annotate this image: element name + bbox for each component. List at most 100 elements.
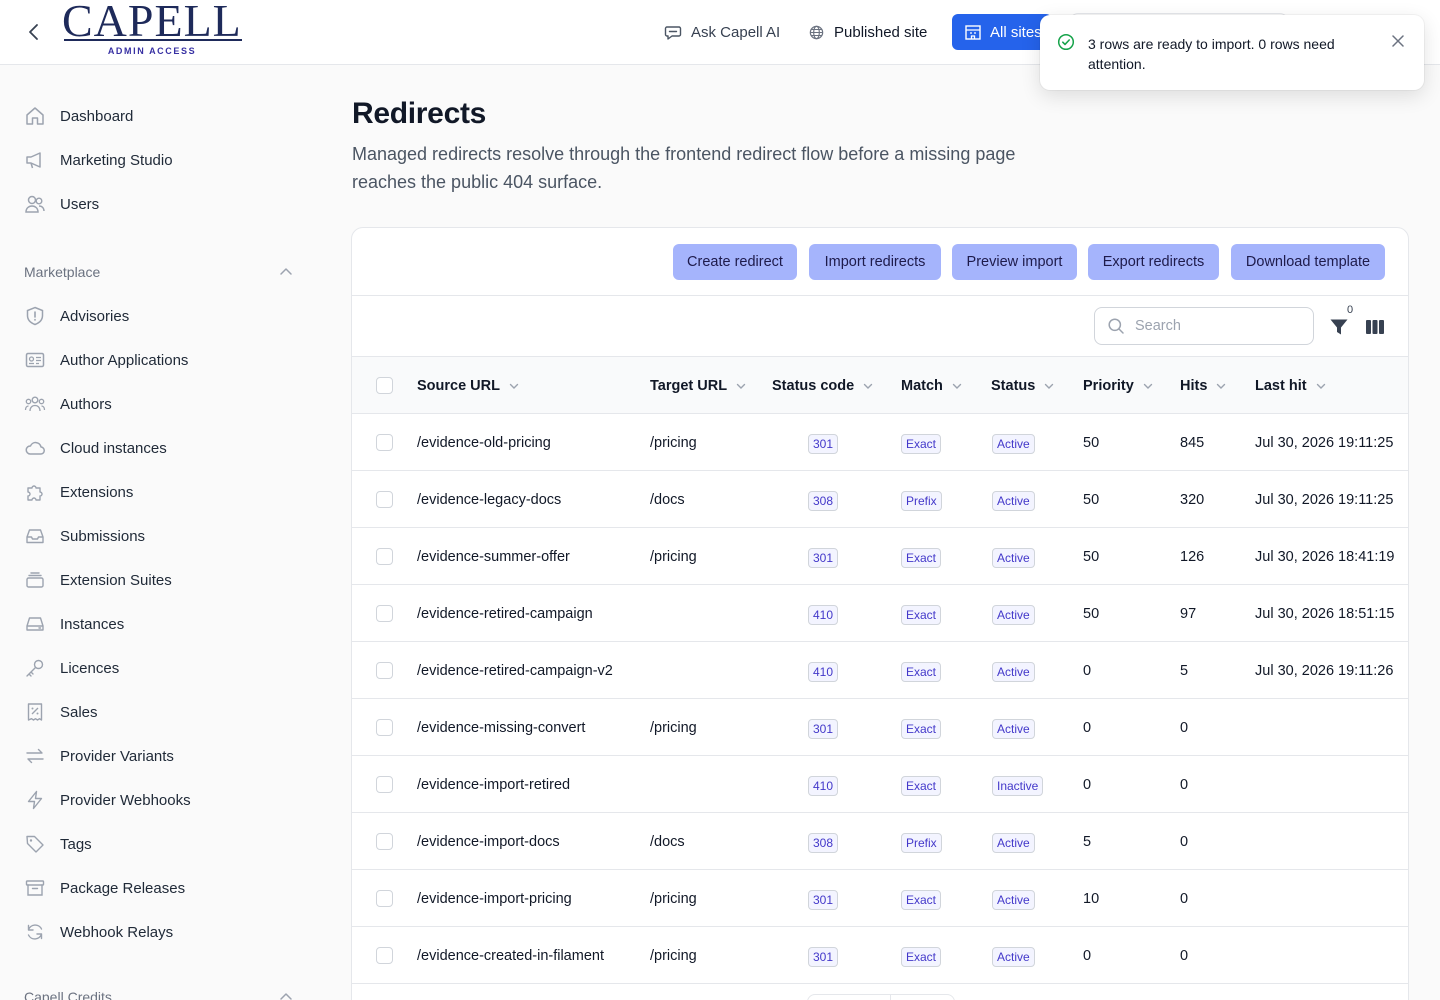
create-redirect-button[interactable]: Create redirect [673,244,797,280]
table-row[interactable]: /evidence-import-pricing /pricing 301 Ex… [352,870,1408,927]
sidebar-item-author-applications[interactable]: Author Applications [24,346,188,374]
chevron-down-icon [1217,383,1226,389]
hits-cell: 5 [1180,662,1189,679]
sidebar-item-licences[interactable]: Licences [24,654,119,682]
sidebar-item-cloud-instances[interactable]: Cloud instances [24,434,167,462]
column-header-status-code[interactable]: Status code [772,357,874,414]
column-header-target-url[interactable]: Target URL [650,357,747,414]
column-header-priority[interactable]: Priority [1083,357,1154,414]
column-header-status[interactable]: Status [991,357,1055,414]
table-row[interactable]: /evidence-summer-offer /pricing 301 Exac… [352,528,1408,585]
row-checkbox[interactable] [376,548,393,565]
sidebar-item-extensions[interactable]: Extensions [24,478,133,506]
table-row[interactable]: /evidence-legacy-docs /docs 308 Prefix A… [352,471,1408,528]
sidebar-item-provider-variants[interactable]: Provider Variants [24,742,174,770]
hits-cell: 0 [1180,776,1189,793]
sidebar-item-authors[interactable]: Authors [24,390,112,418]
sidebar-item-sales[interactable]: Sales [24,698,98,726]
row-checkbox[interactable] [376,947,393,964]
priority-cell: 0 [1083,719,1092,736]
table-row[interactable]: /evidence-created-in-filament /pricing 3… [352,927,1408,984]
table-row[interactable]: /evidence-old-pricing /pricing 301 Exact… [352,414,1408,471]
status-code-badge: 308 [808,491,839,511]
column-header-match[interactable]: Match [901,357,963,414]
table-row[interactable]: /evidence-retired-campaign 410 Exact Act… [352,585,1408,642]
sidebar-item-tags[interactable]: Tags [24,830,92,858]
status-cell: Active [992,927,1035,984]
match-badge: Exact [901,890,942,910]
ask-ai-link[interactable]: Ask Capell AI [664,20,780,44]
pagination[interactable] [807,994,955,1000]
row-checkbox[interactable] [376,719,393,736]
sidebar-item-marketing-studio[interactable]: Marketing Studio [24,146,173,174]
select-all-checkbox[interactable] [376,377,393,394]
last-hit-cell: Jul 30, 2026 19:11:25 [1255,434,1394,451]
sidebar-item-submissions[interactable]: Submissions [24,522,145,550]
column-header-hits[interactable]: Hits [1180,357,1227,414]
column-header-last-hit[interactable]: Last hit [1255,357,1327,414]
back-button[interactable] [22,20,46,44]
sidebar-item-advisories[interactable]: Advisories [24,302,129,330]
cloud-icon [24,437,46,459]
export-redirects-button[interactable]: Export redirects [1088,244,1219,280]
table-row[interactable]: /evidence-import-retired 410 Exact Inact… [352,756,1408,813]
page-description: Managed redirects resolve through the fr… [352,144,1016,192]
brand-subtitle: ADMIN ACCESS [107,46,197,56]
row-checkbox[interactable] [376,605,393,622]
sidebar-item-extension-suites[interactable]: Extension Suites [24,566,172,594]
published-site-link[interactable]: Published site [808,20,927,44]
status-code-cell: 301 [808,414,839,471]
sidebar: Dashboard Marketing Studio Users Marketp… [0,65,320,1000]
row-checkbox[interactable] [376,776,393,793]
status-cell: Active [992,585,1035,642]
row-checkbox[interactable] [376,662,393,679]
sidebar-item-label: Advisories [60,307,130,325]
search-input[interactable] [1135,318,1295,334]
chevron-down-icon [509,383,519,389]
row-checkbox[interactable] [376,890,393,907]
globe-icon [809,25,824,39]
row-checkbox[interactable] [376,434,393,451]
redirects-table-card: Create redirect Import redirects Preview… [351,227,1409,1000]
all-sites-button[interactable]: All sites [952,14,1052,50]
puzzle-icon [24,481,46,503]
import-redirects-button[interactable]: Import redirects [809,244,941,280]
row-checkbox[interactable] [376,491,393,508]
hits-cell: 320 [1180,491,1205,508]
status-badge: Active [992,548,1035,568]
column-header-source-url[interactable]: Source URL [417,357,520,414]
table-row[interactable]: /evidence-retired-campaign-v2 410 Exact … [352,642,1408,699]
chevron-down-icon [952,383,962,389]
close-icon[interactable] [1390,33,1406,49]
filter-icon[interactable] [1328,316,1350,338]
receipt-icon [24,701,46,723]
match-cell: Prefix [901,471,942,528]
sidebar-item-label: Sales [60,703,98,721]
column-label: Source URL [417,377,500,394]
source-url-cell: /evidence-import-pricing [417,890,572,907]
status-code-cell: 301 [808,927,839,984]
sidebar-item-users[interactable]: Users [24,190,99,218]
source-url-cell: /evidence-import-docs [417,833,560,850]
sidebar-item-provider-webhooks[interactable]: Provider Webhooks [24,786,191,814]
columns-icon[interactable] [1364,316,1386,338]
brand-logo[interactable]: CAPELL ADMIN ACCESS [62,0,246,60]
filter-count-badge: 0 [1347,304,1354,316]
server-icon [24,613,46,635]
row-checkbox[interactable] [376,833,393,850]
ask-ai-label: Ask Capell AI [691,23,781,41]
key-icon [24,657,46,679]
download-template-button[interactable]: Download template [1231,244,1385,280]
table-row[interactable]: /evidence-missing-convert /pricing 301 E… [352,699,1408,756]
chevron-up-icon[interactable] [278,989,294,1000]
preview-import-button[interactable]: Preview import [952,244,1077,280]
refresh-icon [24,921,46,943]
sidebar-item-dashboard[interactable]: Dashboard [24,102,133,130]
status-code-badge: 301 [808,548,839,568]
table-row[interactable]: /evidence-import-docs /docs 308 Prefix A… [352,813,1408,870]
match-cell: Exact [901,585,942,642]
sidebar-item-instances[interactable]: Instances [24,610,124,638]
sidebar-item-webhook-relays[interactable]: Webhook Relays [24,918,173,946]
sidebar-item-package-releases[interactable]: Package Releases [24,874,185,902]
chevron-up-icon[interactable] [278,264,294,280]
